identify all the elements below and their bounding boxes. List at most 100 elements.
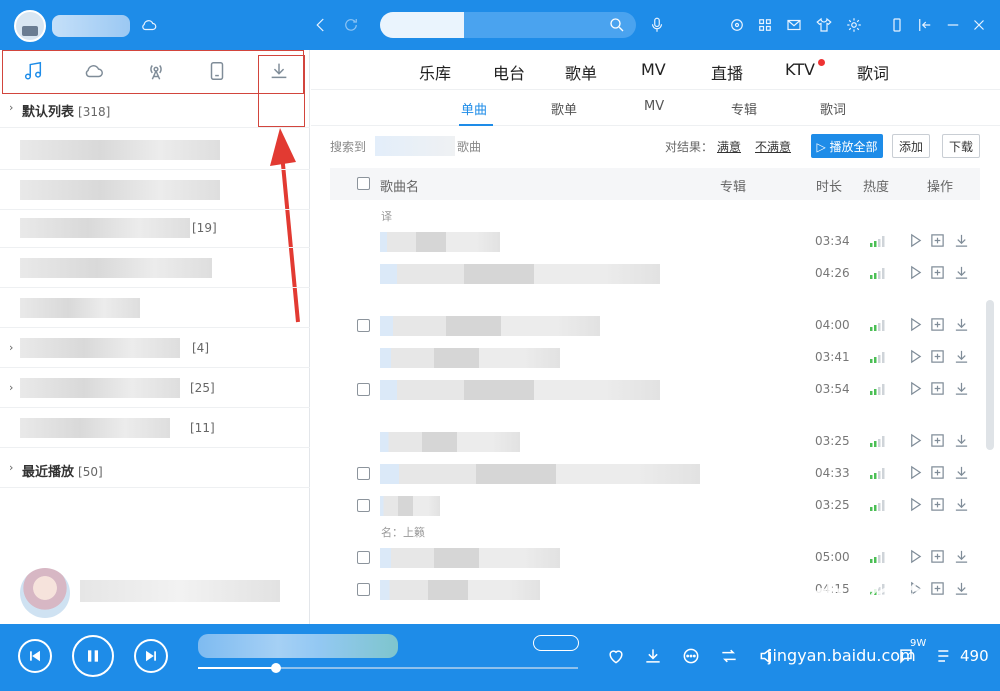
search-input[interactable] <box>380 12 636 38</box>
row-checkbox[interactable] <box>357 499 370 512</box>
previous-button[interactable] <box>18 639 52 673</box>
unsatisfied-link[interactable]: 不满意 <box>755 138 791 155</box>
play-icon[interactable] <box>908 549 923 564</box>
list-item[interactable]: [19] <box>0 208 310 248</box>
back-icon[interactable] <box>310 14 332 36</box>
playlist-icon[interactable] <box>935 646 957 668</box>
list-item[interactable]: › [25] <box>0 368 310 408</box>
play-icon[interactable] <box>908 265 923 280</box>
more-icon[interactable] <box>681 646 703 668</box>
scrollbar-thumb[interactable] <box>986 300 994 450</box>
progress-knob[interactable] <box>271 663 281 673</box>
list-item[interactable] <box>0 170 310 210</box>
table-row[interactable]: 04:33 <box>330 458 980 490</box>
subtab-songs[interactable]: 单曲 <box>461 99 487 118</box>
table-row[interactable]: 03:54 <box>330 374 980 406</box>
list-item[interactable]: › [4] <box>0 328 310 368</box>
tab-live[interactable]: 直播 <box>711 60 743 84</box>
list-item-recent[interactable]: › 最近播放 [50] <box>0 448 310 488</box>
add-icon[interactable] <box>930 549 945 564</box>
apps-grid-icon[interactable] <box>754 14 776 36</box>
pause-button[interactable] <box>72 635 114 677</box>
col-song[interactable]: 歌曲名 <box>380 176 419 195</box>
skin-shirt-icon[interactable] <box>813 14 835 36</box>
add-icon[interactable] <box>930 233 945 248</box>
add-icon[interactable] <box>930 581 945 596</box>
cloud-sync-icon[interactable] <box>138 14 160 36</box>
download-icon[interactable] <box>954 317 969 332</box>
col-duration[interactable]: 时长 <box>816 176 842 195</box>
user-avatar[interactable] <box>14 10 46 42</box>
target-icon[interactable] <box>726 14 748 36</box>
subtab-albums[interactable]: 专辑 <box>731 99 757 118</box>
add-icon[interactable] <box>930 433 945 448</box>
play-all-button[interactable]: ▷ 播放全部 <box>811 134 883 158</box>
progress-bar[interactable] <box>198 663 578 673</box>
play-icon[interactable] <box>908 497 923 512</box>
add-icon[interactable] <box>930 381 945 396</box>
download-icon[interactable] <box>954 381 969 396</box>
row-checkbox[interactable] <box>357 551 370 564</box>
add-button[interactable]: 添加 <box>892 134 930 158</box>
download-icon[interactable] <box>954 497 969 512</box>
add-icon[interactable] <box>930 349 945 364</box>
tab-ktv[interactable]: KTV <box>785 60 815 79</box>
download-icon[interactable] <box>954 265 969 280</box>
select-all-checkbox[interactable] <box>357 177 370 190</box>
search-icon[interactable] <box>608 16 626 34</box>
subtab-lyrics[interactable]: 歌词 <box>820 99 846 118</box>
next-button[interactable] <box>134 639 168 673</box>
tab-library[interactable]: 乐库 <box>419 60 451 84</box>
play-icon[interactable] <box>908 349 923 364</box>
mail-icon[interactable] <box>783 14 805 36</box>
col-album[interactable]: 专辑 <box>720 176 746 195</box>
now-playing-info[interactable] <box>0 560 310 624</box>
col-popularity[interactable]: 热度 <box>863 176 889 195</box>
close-icon[interactable] <box>968 14 990 36</box>
shuffle-icon[interactable] <box>719 646 741 668</box>
play-icon[interactable] <box>908 433 923 448</box>
table-row[interactable]: 03:25 <box>330 490 980 522</box>
satisfied-link[interactable]: 满意 <box>717 138 741 155</box>
list-item[interactable] <box>0 288 310 328</box>
tab-lyrics[interactable]: 歌词 <box>857 60 889 84</box>
subtab-playlists[interactable]: 歌单 <box>551 99 577 118</box>
table-row[interactable]: 03:34 <box>330 226 980 258</box>
download-icon[interactable] <box>643 646 665 668</box>
download-icon[interactable] <box>954 349 969 364</box>
table-row[interactable]: 04:00 <box>330 310 980 342</box>
list-item[interactable] <box>0 130 310 170</box>
download-icon[interactable] <box>954 465 969 480</box>
list-item-default[interactable]: › 默认列表 [318] <box>0 88 310 128</box>
minimize-icon[interactable] <box>942 14 964 36</box>
row-checkbox[interactable] <box>357 383 370 396</box>
row-checkbox[interactable] <box>357 467 370 480</box>
download-icon[interactable] <box>954 233 969 248</box>
table-row[interactable]: 03:25 <box>330 426 980 458</box>
tab-mv[interactable]: MV <box>641 60 666 79</box>
download-icon[interactable] <box>954 581 969 596</box>
add-icon[interactable] <box>930 497 945 512</box>
download-button[interactable]: 下载 <box>942 134 980 158</box>
add-icon[interactable] <box>930 265 945 280</box>
refresh-icon[interactable] <box>340 14 362 36</box>
table-row[interactable]: 04:26 <box>330 258 980 290</box>
table-row[interactable]: 03:41 <box>330 342 980 374</box>
add-icon[interactable] <box>930 317 945 332</box>
dock-icon[interactable] <box>914 14 936 36</box>
mic-icon[interactable] <box>646 14 668 36</box>
album-cover[interactable] <box>20 568 70 618</box>
play-icon[interactable] <box>908 465 923 480</box>
list-item[interactable] <box>0 248 310 288</box>
play-icon[interactable] <box>908 381 923 396</box>
heart-icon[interactable] <box>606 646 628 668</box>
add-icon[interactable] <box>930 465 945 480</box>
play-icon[interactable] <box>908 317 923 332</box>
list-item[interactable]: [11] <box>0 408 310 448</box>
download-icon[interactable] <box>954 433 969 448</box>
settings-gear-icon[interactable] <box>843 14 865 36</box>
tab-radio[interactable]: 电台 <box>493 60 525 84</box>
row-checkbox[interactable] <box>357 319 370 332</box>
mini-mode-icon[interactable] <box>886 14 908 36</box>
row-checkbox[interactable] <box>357 583 370 596</box>
